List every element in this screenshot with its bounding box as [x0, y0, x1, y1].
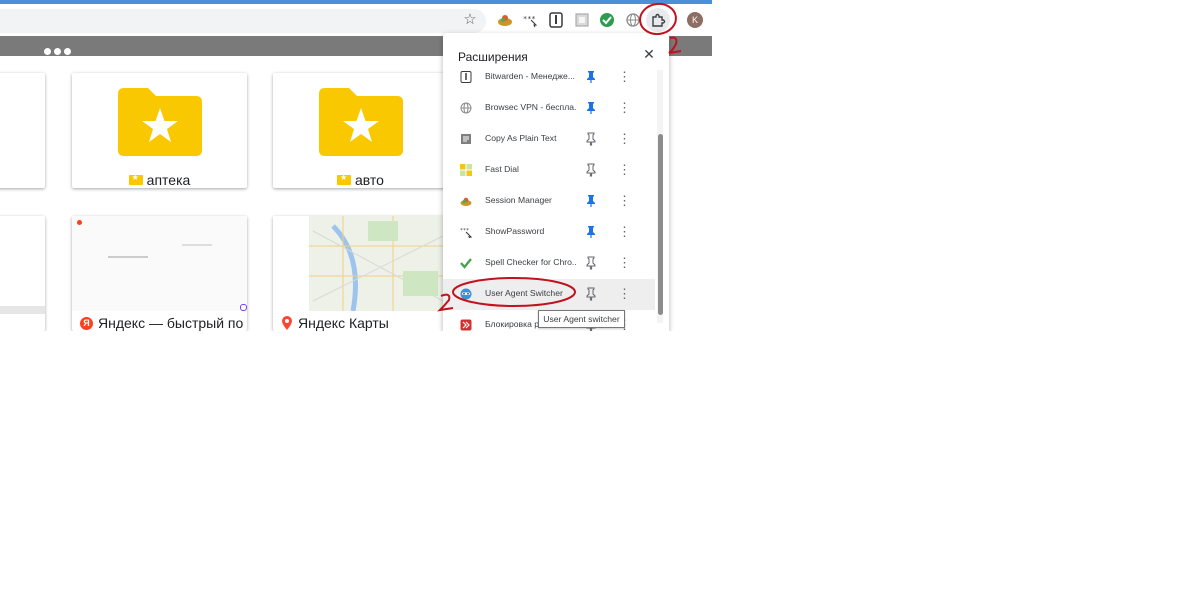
profile-avatar[interactable]: K [687, 12, 703, 28]
extension-name: Fast Dial [485, 164, 519, 174]
extension-item-showpassword[interactable]: *** ShowPassword ⋮ [443, 217, 655, 248]
folder-icon [319, 88, 403, 156]
show-password-icon[interactable]: *** [522, 12, 538, 28]
checkmark-icon [460, 257, 472, 269]
pin-icon[interactable] [585, 70, 597, 84]
fast-dial-icon [460, 164, 472, 176]
more-options-icon[interactable]: ⋮ [618, 162, 631, 178]
tile-caption: аптека [72, 172, 247, 188]
copy-as-plain-text-icon[interactable] [574, 12, 590, 28]
extension-name: Bitwarden - Менедже... [485, 71, 575, 81]
more-options-icon[interactable]: ⋮ [618, 193, 631, 209]
extension-name: Spell Checker for Chro... [485, 257, 577, 267]
yandex-logo-icon: Я [80, 316, 93, 330]
pin-icon[interactable] [585, 287, 597, 301]
more-dots-icon[interactable] [44, 42, 74, 55]
pin-icon[interactable] [585, 163, 597, 177]
browser-window: ☆ *** K ★ аптека ★ авто Я Яндекс — быстр… [0, 0, 712, 331]
show-password-icon: *** [460, 226, 473, 239]
extension-name: ShowPassword [485, 226, 545, 236]
extension-item-copy-as-plain-text[interactable]: Copy As Plain Text ⋮ [443, 124, 655, 155]
tile-partial[interactable] [0, 73, 45, 188]
globe-icon [460, 102, 472, 114]
pin-icon[interactable] [585, 101, 597, 115]
tile-folder[interactable]: аптека [72, 73, 247, 188]
toolbar: ☆ *** K [0, 4, 712, 36]
extension-name: User Agent Switcher [485, 288, 563, 298]
bitwarden-icon[interactable] [548, 12, 564, 28]
extension-item-fast-dial[interactable]: Fast Dial ⋮ [443, 155, 655, 186]
bitwarden-icon [460, 71, 472, 83]
tile-site[interactable]: Яндекс Карты [273, 216, 448, 331]
folder-icon [118, 88, 202, 156]
tile-label: Яндекс — быстрый по [98, 315, 244, 331]
pin-icon[interactable] [585, 256, 597, 270]
more-options-icon[interactable]: ⋮ [618, 131, 631, 147]
more-options-icon[interactable]: ⋮ [618, 255, 631, 271]
extension-item-spell-checker[interactable]: Spell Checker for Chro... ⋮ [443, 248, 655, 279]
user-agent-icon [460, 288, 472, 300]
more-options-icon[interactable]: ⋮ [618, 69, 631, 85]
tile-caption: авто [273, 172, 448, 188]
more-options-icon[interactable]: ⋮ [618, 100, 631, 116]
tile-site[interactable]: Я Яндекс — быстрый по [72, 216, 247, 331]
folder-icon [128, 173, 143, 185]
puzzle-icon [652, 13, 666, 27]
bookmark-star-icon[interactable]: ☆ [462, 12, 478, 28]
tile-label: Яндекс Карты [298, 315, 389, 331]
extension-item-user-agent-switcher[interactable]: User Agent Switcher ⋮ [443, 279, 655, 310]
thumbnail [72, 216, 247, 311]
block-icon [460, 319, 472, 331]
extension-name: Browsec VPN - беспла... [485, 102, 577, 112]
tile-label: аптека [146, 172, 191, 188]
pin-icon[interactable] [585, 132, 597, 146]
tile-caption: Я Яндекс — быстрый по [80, 315, 243, 331]
folder-icon [337, 173, 352, 185]
scrollbar-thumb[interactable] [658, 134, 663, 315]
address-bar[interactable] [0, 9, 486, 33]
tile-label: авто [355, 172, 384, 188]
pin-icon[interactable] [585, 194, 597, 208]
more-options-icon[interactable]: ⋮ [618, 224, 631, 240]
map-pin-icon [282, 316, 292, 330]
pin-icon[interactable] [585, 225, 597, 239]
extensions-popup: Расширения ✕ Bitwarden - Менедже... ⋮ Br… [443, 33, 669, 331]
extension-name: Copy As Plain Text [485, 133, 557, 143]
spell-checker-icon[interactable] [599, 12, 615, 28]
tooltip: User Agent switcher [538, 310, 625, 328]
thumbnail [0, 306, 45, 314]
tile-folder[interactable]: авто [273, 73, 448, 188]
more-options-icon[interactable]: ⋮ [618, 286, 631, 302]
document-icon [460, 133, 472, 145]
extension-item-bitwarden[interactable]: Bitwarden - Менедже... ⋮ [443, 62, 655, 93]
session-manager-icon [460, 195, 472, 207]
browsec-vpn-icon[interactable] [625, 12, 641, 28]
svg-text:***: *** [523, 15, 536, 23]
extension-name: Session Manager [485, 195, 552, 205]
tile-partial[interactable] [0, 216, 45, 331]
extension-item-session-manager[interactable]: Session Manager ⋮ [443, 186, 655, 217]
extension-item-browsec-vpn[interactable]: Browsec VPN - беспла... ⋮ [443, 93, 655, 124]
map-thumbnail [273, 216, 448, 311]
close-icon[interactable]: ✕ [642, 47, 656, 61]
extensions-button[interactable] [646, 8, 670, 32]
tile-caption: Яндекс Карты [281, 315, 389, 331]
session-manager-icon[interactable] [497, 12, 513, 28]
